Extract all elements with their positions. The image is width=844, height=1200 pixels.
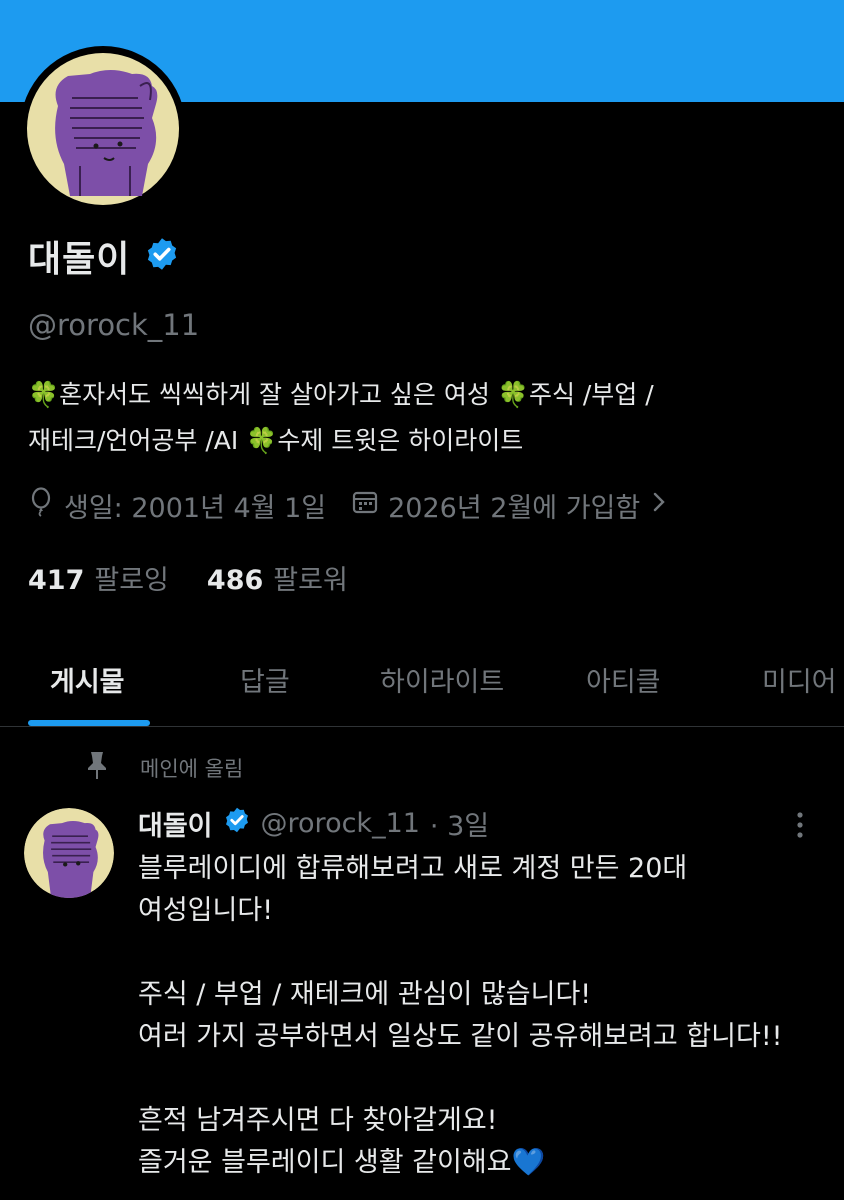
post-line: 여러 가지 공부하면서 일상도 같이 공유해보려고 합니다!!: [138, 1021, 783, 1052]
post-header: 대돌이 @rorock_11 · 3일: [138, 804, 489, 843]
pinned-label: 메인에 올림: [140, 756, 244, 781]
followers-count: 486: [206, 565, 264, 596]
post-line: 블루레이디에 합류해보려고 새로 계정 만든 20대: [138, 853, 688, 884]
tab-highlights[interactable]: 하이라이트: [380, 660, 504, 699]
post-author-handle[interactable]: @rorock_11: [261, 808, 420, 839]
post-line: 여성입니다!: [138, 895, 274, 926]
verified-badge-icon[interactable]: [144, 236, 180, 276]
profile-handle: @rorock_11: [28, 308, 200, 342]
profile-bio: 🍀혼자서도 씩씩하게 잘 살아가고 싶은 여성 🍀주식 /부업 / 재테크/언어…: [28, 372, 828, 464]
post-author-name[interactable]: 대돌이: [138, 804, 213, 843]
bio-line: 🍀혼자서도 씩씩하게 잘 살아가고 싶은 여성 🍀주식 /부업 /: [28, 380, 654, 409]
tab-media[interactable]: 미디어: [762, 660, 837, 699]
balloon-icon: [28, 487, 54, 524]
profile-tabs: 게시물 답글 하이라이트 아티클 미디어: [0, 650, 844, 726]
tab-posts[interactable]: 게시물: [50, 660, 125, 699]
post-line: 즐거운 블루레이디 생활 같이해요💙: [138, 1147, 546, 1178]
calendar-icon: [352, 489, 378, 522]
chevron-right-icon[interactable]: [650, 489, 668, 522]
birthday-text: 생일: 2001년 4월 1일: [64, 493, 327, 524]
profile-name: 대돌이: [28, 239, 131, 280]
joined-item[interactable]: 2026년 2월에 가입함: [352, 486, 668, 525]
profile-avatar[interactable]: [20, 46, 186, 212]
profile-meta: 생일: 2001년 4월 1일 2026년 2월에 가입함: [28, 486, 694, 525]
tab-articles[interactable]: 아티클: [586, 660, 661, 699]
tab-replies[interactable]: 답글: [240, 660, 290, 699]
following-count: 417: [28, 565, 85, 596]
more-options-icon[interactable]: [790, 810, 810, 844]
post-author-avatar[interactable]: [24, 808, 114, 898]
joined-text: 2026년 2월에 가입함: [388, 493, 641, 524]
pinned-indicator: 메인에 올림: [84, 750, 243, 785]
followers-link[interactable]: 486 팔로워: [207, 558, 348, 597]
following-label: 팔로잉: [94, 565, 169, 596]
followers-label: 팔로워: [273, 565, 348, 596]
post-time[interactable]: · 3일: [430, 804, 489, 843]
birthday-item: 생일: 2001년 4월 1일: [28, 486, 326, 525]
profile-name-row: 대돌이: [28, 230, 180, 282]
verified-badge-icon[interactable]: [223, 806, 251, 841]
post-body: 블루레이디에 합류해보려고 새로 계정 만든 20대 여성입니다! 주식 / 부…: [138, 848, 828, 1184]
following-link[interactable]: 417 팔로잉: [28, 558, 169, 597]
profile-stats: 417 팔로잉 486 팔로워: [28, 558, 348, 597]
post-line: 주식 / 부업 / 재테크에 관심이 많습니다!: [138, 979, 592, 1010]
post-line: 흔적 남겨주시면 다 찾아갈게요!: [138, 1105, 498, 1136]
tabs-divider: [0, 726, 844, 727]
bio-line: 재테크/언어공부 /AI 🍀수제 트윗은 하이라이트: [28, 426, 524, 455]
pin-icon: [84, 750, 110, 785]
